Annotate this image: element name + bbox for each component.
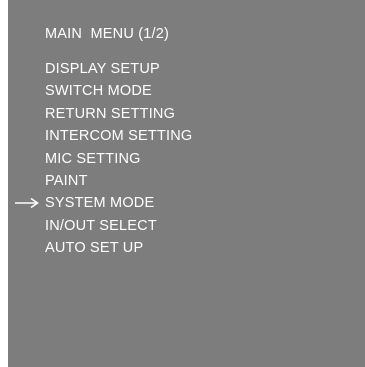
menu-item-label: RETURN SETTING <box>45 105 176 122</box>
menu-item-label: PAINT <box>45 172 88 189</box>
menu-title: MAIN MENU (1/2) <box>45 26 170 42</box>
menu-item-intercom-setting[interactable]: INTERCOM SETTING <box>45 125 192 147</box>
menu-item-label: IN/OUT SELECT <box>45 217 157 234</box>
menu-item-label: MIC SETTING <box>45 150 141 167</box>
menu-item-display-setup[interactable]: DISPLAY SETUP <box>45 58 192 80</box>
menu-list: DISPLAY SETUP SWITCH MODE RETURN SETTING… <box>15 58 192 260</box>
menu-item-label: INTERCOM SETTING <box>45 128 193 145</box>
menu-item-label: SYSTEM MODE <box>45 195 155 212</box>
menu-item-label: DISPLAY SETUP <box>45 61 160 77</box>
right-arrow-icon <box>15 198 39 209</box>
menu-item-return-setting[interactable]: RETURN SETTING <box>45 103 192 125</box>
menu-item-system-mode[interactable]: SYSTEM MODE <box>15 192 192 214</box>
menu-item-label: SWITCH MODE <box>45 83 152 100</box>
menu-item-switch-mode[interactable]: SWITCH MODE <box>45 80 192 102</box>
menu-item-label: AUTO SET UP <box>45 240 144 257</box>
menu-screen: MAIN MENU (1/2) DISPLAY SETUP SWITCH MOD… <box>8 0 365 367</box>
menu-item-auto-set-up[interactable]: AUTO SET UP <box>45 237 192 259</box>
menu-item-in-out-select[interactable]: IN/OUT SELECT <box>45 215 192 237</box>
menu-item-paint[interactable]: PAINT <box>45 170 192 192</box>
menu-item-mic-setting[interactable]: MIC SETTING <box>45 148 192 170</box>
